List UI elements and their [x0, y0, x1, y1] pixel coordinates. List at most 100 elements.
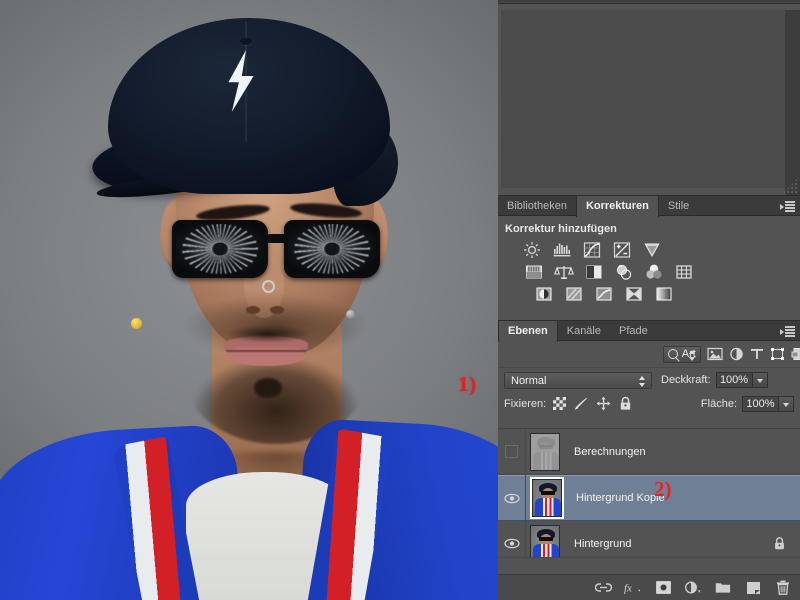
layers-panel-menu-icon[interactable]	[777, 326, 795, 337]
blend-opacity-bar: Normal Deckkraft: 100%	[498, 367, 800, 392]
layer-list: Berechnungen Hintergrund Kopie Hintergru…	[498, 428, 800, 574]
layer-name[interactable]: Hintergrund	[574, 538, 631, 550]
vibrance-icon[interactable]	[642, 241, 662, 259]
adjustment-row-3	[498, 283, 800, 305]
adjustment-row-2	[498, 261, 800, 283]
opacity-label: Deckkraft:	[661, 374, 711, 386]
layer-name[interactable]: Hintergrund Kopie	[576, 492, 665, 504]
adjustment-layer-filter-icon[interactable]	[729, 344, 744, 364]
new-group-icon[interactable]	[714, 579, 732, 597]
sunglasses-bridge	[267, 234, 289, 243]
pixel-layer-filter-icon[interactable]	[707, 344, 723, 364]
portrait-mustache	[222, 322, 314, 342]
posterize-icon[interactable]	[564, 285, 584, 303]
empty-panel-body[interactable]	[500, 10, 785, 188]
corrections-panel-menu-icon[interactable]	[777, 201, 795, 212]
layers-tabstrip: Ebenen Kanäle Pfade	[498, 320, 800, 342]
link-layers-icon[interactable]	[594, 579, 612, 597]
empty-panel-scroll-rail[interactable]	[785, 10, 800, 195]
shape-layer-filter-icon[interactable]	[770, 344, 785, 364]
annotation-marker-2: 2)	[654, 477, 672, 501]
new-layer-icon[interactable]	[744, 579, 762, 597]
channel-mixer-icon[interactable]	[644, 263, 664, 281]
lock-position-icon[interactable]	[594, 396, 612, 412]
corrections-title: Korrektur hinzufügen	[505, 223, 617, 235]
layers-panel: Ebenen Kanäle Pfade Art Normal Deckkraft…	[498, 320, 800, 600]
invert-icon[interactable]	[534, 285, 554, 303]
black-white-icon[interactable]	[584, 263, 604, 281]
selective-color-icon[interactable]	[624, 285, 644, 303]
tab-pfade[interactable]: Pfade	[610, 321, 657, 342]
opacity-value[interactable]: 100%	[715, 372, 753, 388]
table-row[interactable]: Hintergrund Kopie	[498, 475, 800, 521]
brightness-contrast-icon[interactable]	[522, 241, 542, 259]
panel-top-divider	[498, 0, 800, 4]
add-layer-mask-icon[interactable]	[654, 579, 672, 597]
layer-style-fx-icon[interactable]: fx	[624, 579, 642, 597]
document-canvas-image[interactable]	[0, 0, 498, 600]
cap-button	[240, 38, 252, 45]
smart-object-filter-icon[interactable]	[791, 344, 800, 364]
lock-bar: Fixieren: Fläche: 100%	[498, 392, 800, 415]
blend-mode-value: Normal	[511, 374, 547, 387]
sunglasses-right-lens	[284, 220, 380, 278]
tab-korrekturen[interactable]: Korrekturen	[575, 196, 659, 217]
layer-visibility-toggle[interactable]	[498, 475, 526, 521]
layer-thumbnail-image	[533, 480, 561, 516]
layer-thumbnail[interactable]	[530, 432, 560, 471]
corrections-tabstrip: Bibliotheken Korrekturen Stile	[498, 195, 800, 217]
portrait-earring-yellow	[131, 318, 142, 329]
portrait-left-nostril	[246, 306, 260, 314]
color-lookup-icon[interactable]	[674, 263, 694, 281]
eye-off-icon	[505, 445, 518, 458]
photo-filter-icon[interactable]	[614, 263, 634, 281]
layers-footer-toolbar: fx	[498, 574, 800, 600]
gradient-map-icon[interactable]	[654, 285, 674, 303]
search-icon	[667, 349, 678, 359]
color-balance-icon[interactable]	[554, 263, 574, 281]
corrections-panel: Bibliotheken Korrekturen Stile Korrektur…	[498, 195, 800, 320]
portrait-right-nostril	[270, 306, 284, 314]
photoshop-panel-column: Bibliotheken Korrekturen Stile Korrektur…	[498, 0, 800, 600]
curves-icon[interactable]	[582, 241, 602, 259]
lock-image-pixels-icon[interactable]	[572, 396, 590, 412]
fill-dropdown-arrow[interactable]	[779, 395, 794, 412]
lock-all-icon[interactable]	[616, 396, 634, 412]
sunglasses-left-lens	[172, 220, 268, 278]
exposure-icon[interactable]	[612, 241, 632, 259]
portrait-soul-patch	[254, 378, 282, 398]
opacity-dropdown-arrow[interactable]	[752, 372, 768, 388]
lock-transparent-pixels-icon[interactable]	[550, 396, 568, 412]
photoshop-screenshot: 1) Bibliotheken Korrekturen Stile Korrek…	[0, 0, 800, 600]
layer-thumbnail-image	[531, 433, 559, 470]
layer-locked-icon	[773, 536, 786, 554]
layer-visibility-toggle[interactable]	[498, 428, 526, 475]
layer-thumbnail[interactable]	[530, 477, 564, 519]
portrait-sunglasses	[172, 218, 384, 282]
svg-text:fx: fx	[624, 582, 632, 594]
tab-ebenen[interactable]: Ebenen	[498, 321, 558, 342]
layer-filter-type-select[interactable]: Art	[662, 345, 701, 363]
type-layer-filter-icon[interactable]	[750, 344, 764, 364]
annotation-marker-1: 1)	[458, 372, 477, 396]
threshold-icon[interactable]	[594, 285, 614, 303]
blend-mode-select[interactable]: Normal	[504, 371, 652, 389]
tab-stile[interactable]: Stile	[659, 196, 698, 217]
delete-layer-icon[interactable]	[774, 579, 792, 597]
eye-icon	[503, 538, 520, 549]
hue-saturation-icon[interactable]	[524, 263, 544, 281]
lock-label: Fixieren:	[504, 397, 547, 410]
layer-filter-bar: Art	[657, 341, 800, 367]
table-row[interactable]: Berechnungen	[498, 428, 800, 475]
layer-name[interactable]: Berechnungen	[574, 446, 646, 458]
new-adjustment-layer-icon[interactable]	[684, 579, 702, 597]
tab-bibliotheken[interactable]: Bibliotheken	[498, 196, 576, 217]
eye-icon	[503, 493, 520, 503]
layers-panel-spacer	[498, 557, 800, 574]
fill-label: Fläche:	[700, 397, 737, 410]
empty-docked-panel	[498, 0, 800, 195]
adjustment-row-1	[498, 239, 800, 261]
fill-value[interactable]: 100%	[742, 395, 779, 412]
levels-icon[interactable]	[552, 241, 572, 259]
tab-kanaele[interactable]: Kanäle	[558, 321, 610, 342]
